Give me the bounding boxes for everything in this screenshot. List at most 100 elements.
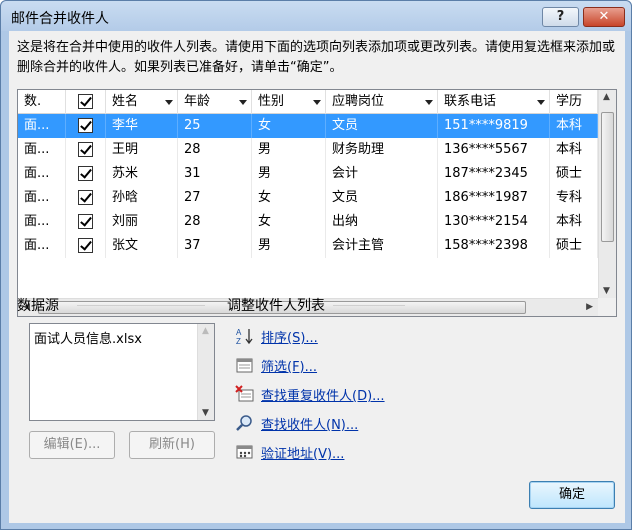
select-all-checkbox[interactable] bbox=[78, 94, 93, 109]
validate-address-icon bbox=[236, 445, 253, 459]
find-recipient-link-label[interactable]: 查找收件人(N)... bbox=[261, 414, 358, 433]
datasource-group-label: 数据源 bbox=[17, 298, 59, 314]
row-include-checkbox[interactable] bbox=[78, 190, 93, 205]
column-header-education[interactable]: 学历 bbox=[550, 90, 598, 114]
dialog-body: 这是将在合并中使用的收件人列表。请使用下面的选项向列表添加项或更改列表。请使用复… bbox=[9, 31, 625, 523]
column-header-name[interactable]: 姓名 bbox=[106, 90, 178, 114]
chevron-down-icon[interactable] bbox=[239, 100, 247, 105]
scrollbar-corner bbox=[598, 298, 616, 316]
cell-name: 张文 bbox=[106, 234, 178, 258]
chevron-down-icon[interactable] bbox=[425, 100, 433, 105]
table-row[interactable]: 面... 刘丽 28 女出纳 130****2154 本科 bbox=[18, 210, 598, 234]
svg-text:A: A bbox=[236, 328, 242, 337]
cell-age: 37 bbox=[178, 234, 252, 258]
cell-source: 面... bbox=[18, 162, 66, 186]
scroll-up-icon[interactable]: ▲ bbox=[202, 326, 209, 336]
row-include-checkbox[interactable] bbox=[78, 214, 93, 229]
cell-phone: 158****2398 bbox=[438, 234, 550, 258]
scroll-down-icon[interactable]: ▼ bbox=[603, 286, 610, 296]
cell-name: 孙晗 bbox=[106, 186, 178, 210]
validate-address-link-label[interactable]: 验证地址(V)... bbox=[261, 443, 344, 462]
cell-source: 面... bbox=[18, 186, 66, 210]
vertical-scrollbar[interactable]: ▲ ▼ bbox=[598, 90, 616, 298]
refresh-button[interactable]: 刷新(H) bbox=[129, 431, 215, 459]
cell-position: 文员 bbox=[326, 114, 438, 138]
cell-position: 出纳 bbox=[326, 210, 438, 234]
table-row[interactable]: 面... 李华 25 女文员 151****9819 本科 bbox=[18, 114, 598, 138]
cell-position: 会计 bbox=[326, 162, 438, 186]
cell-source: 面... bbox=[18, 114, 66, 138]
scroll-down-icon[interactable]: ▼ bbox=[202, 408, 209, 418]
sort-link-label[interactable]: 排序(S)... bbox=[261, 327, 318, 346]
filter-link-label[interactable]: 筛选(F)... bbox=[261, 356, 317, 375]
cell-age: 31 bbox=[178, 162, 252, 186]
scroll-up-icon[interactable]: ▲ bbox=[603, 92, 610, 102]
row-include-cell bbox=[66, 162, 106, 186]
row-include-cell bbox=[66, 114, 106, 138]
cell-gender: 女 bbox=[252, 114, 326, 138]
column-header-position[interactable]: 应聘岗位 bbox=[326, 90, 438, 114]
chevron-down-icon[interactable] bbox=[165, 100, 173, 105]
cell-name: 刘丽 bbox=[106, 210, 178, 234]
datasource-list[interactable]: 面试人员信息.xlsx ▲ ▼ bbox=[29, 323, 215, 421]
table-row[interactable]: 面... 王明 28 男财务助理 136****5567 本科 bbox=[18, 138, 598, 162]
row-include-cell bbox=[66, 234, 106, 258]
table-row[interactable]: 面... 孙晗 27 女文员 186****1987 专科 bbox=[18, 186, 598, 210]
cell-edu: 本科 bbox=[550, 138, 598, 162]
cell-gender: 女 bbox=[252, 210, 326, 234]
column-header-source[interactable]: 数. bbox=[18, 90, 66, 114]
vertical-scroll-thumb[interactable] bbox=[601, 112, 614, 242]
row-include-checkbox[interactable] bbox=[78, 238, 93, 253]
row-include-cell bbox=[66, 186, 106, 210]
scroll-right-icon[interactable]: ▶ bbox=[586, 302, 593, 312]
cell-source: 面... bbox=[18, 210, 66, 234]
title-bar: 邮件合并收件人 ? ✕ bbox=[1, 1, 631, 31]
cell-edu: 专科 bbox=[550, 186, 598, 210]
cell-name: 王明 bbox=[106, 138, 178, 162]
recipients-table[interactable]: 数. 姓名 年龄 性别 应聘岗位 联系电话 学历 面... 李华 25 女文员 151*… bbox=[17, 89, 617, 317]
datasource-item[interactable]: 面试人员信息.xlsx bbox=[34, 328, 142, 347]
row-include-checkbox[interactable] bbox=[78, 142, 93, 157]
divider bbox=[333, 305, 405, 306]
cell-position: 财务助理 bbox=[326, 138, 438, 162]
cell-phone: 187****2345 bbox=[438, 162, 550, 186]
chevron-down-icon[interactable] bbox=[537, 100, 545, 105]
edit-button[interactable]: 编辑(E)... bbox=[29, 431, 115, 459]
datasource-scrollbar[interactable]: ▲ ▼ bbox=[197, 324, 214, 420]
column-header-gender[interactable]: 性别 bbox=[252, 90, 326, 114]
cell-age: 28 bbox=[178, 210, 252, 234]
sort-icon: A Z bbox=[236, 328, 253, 345]
ok-button[interactable]: 确定 bbox=[529, 481, 615, 509]
cell-edu: 本科 bbox=[550, 114, 598, 138]
row-include-cell bbox=[66, 210, 106, 234]
cell-gender: 女 bbox=[252, 186, 326, 210]
filter-icon bbox=[236, 358, 253, 373]
row-include-checkbox[interactable] bbox=[78, 166, 93, 181]
description-text: 这是将在合并中使用的收件人列表。请使用下面的选项向列表添加项或更改列表。请使用复… bbox=[17, 40, 616, 75]
help-button[interactable]: ? bbox=[542, 7, 579, 27]
cell-age: 27 bbox=[178, 186, 252, 210]
find-duplicates-link-label[interactable]: 查找重复收件人(D)... bbox=[261, 385, 385, 404]
column-header-select-all[interactable] bbox=[66, 90, 106, 114]
cell-name: 李华 bbox=[106, 114, 178, 138]
cell-edu: 本科 bbox=[550, 210, 598, 234]
find-duplicates-icon bbox=[235, 385, 254, 402]
cell-name: 苏米 bbox=[106, 162, 178, 186]
column-header-age[interactable]: 年龄 bbox=[178, 90, 252, 114]
cell-phone: 186****1987 bbox=[438, 186, 550, 210]
chevron-down-icon[interactable] bbox=[313, 100, 321, 105]
cell-gender: 男 bbox=[252, 162, 326, 186]
cell-source: 面... bbox=[18, 138, 66, 162]
cell-edu: 硕士 bbox=[550, 162, 598, 186]
table-row[interactable]: 面... 张文 37 男会计主管 158****2398 硕士 bbox=[18, 234, 598, 258]
mail-merge-recipients-dialog: 邮件合并收件人 ? ✕ 这是将在合并中使用的收件人列表。请使用下面的选项向列表添… bbox=[0, 0, 632, 530]
table-row[interactable]: 面... 苏米 31 男会计 187****2345 硕士 bbox=[18, 162, 598, 186]
row-include-checkbox[interactable] bbox=[78, 118, 93, 133]
cell-source: 面... bbox=[18, 234, 66, 258]
cell-edu: 硕士 bbox=[550, 234, 598, 258]
divider bbox=[77, 305, 205, 306]
column-header-phone[interactable]: 联系电话 bbox=[438, 90, 550, 114]
cell-gender: 男 bbox=[252, 138, 326, 162]
cell-phone: 130****2154 bbox=[438, 210, 550, 234]
close-button[interactable]: ✕ bbox=[583, 7, 625, 27]
